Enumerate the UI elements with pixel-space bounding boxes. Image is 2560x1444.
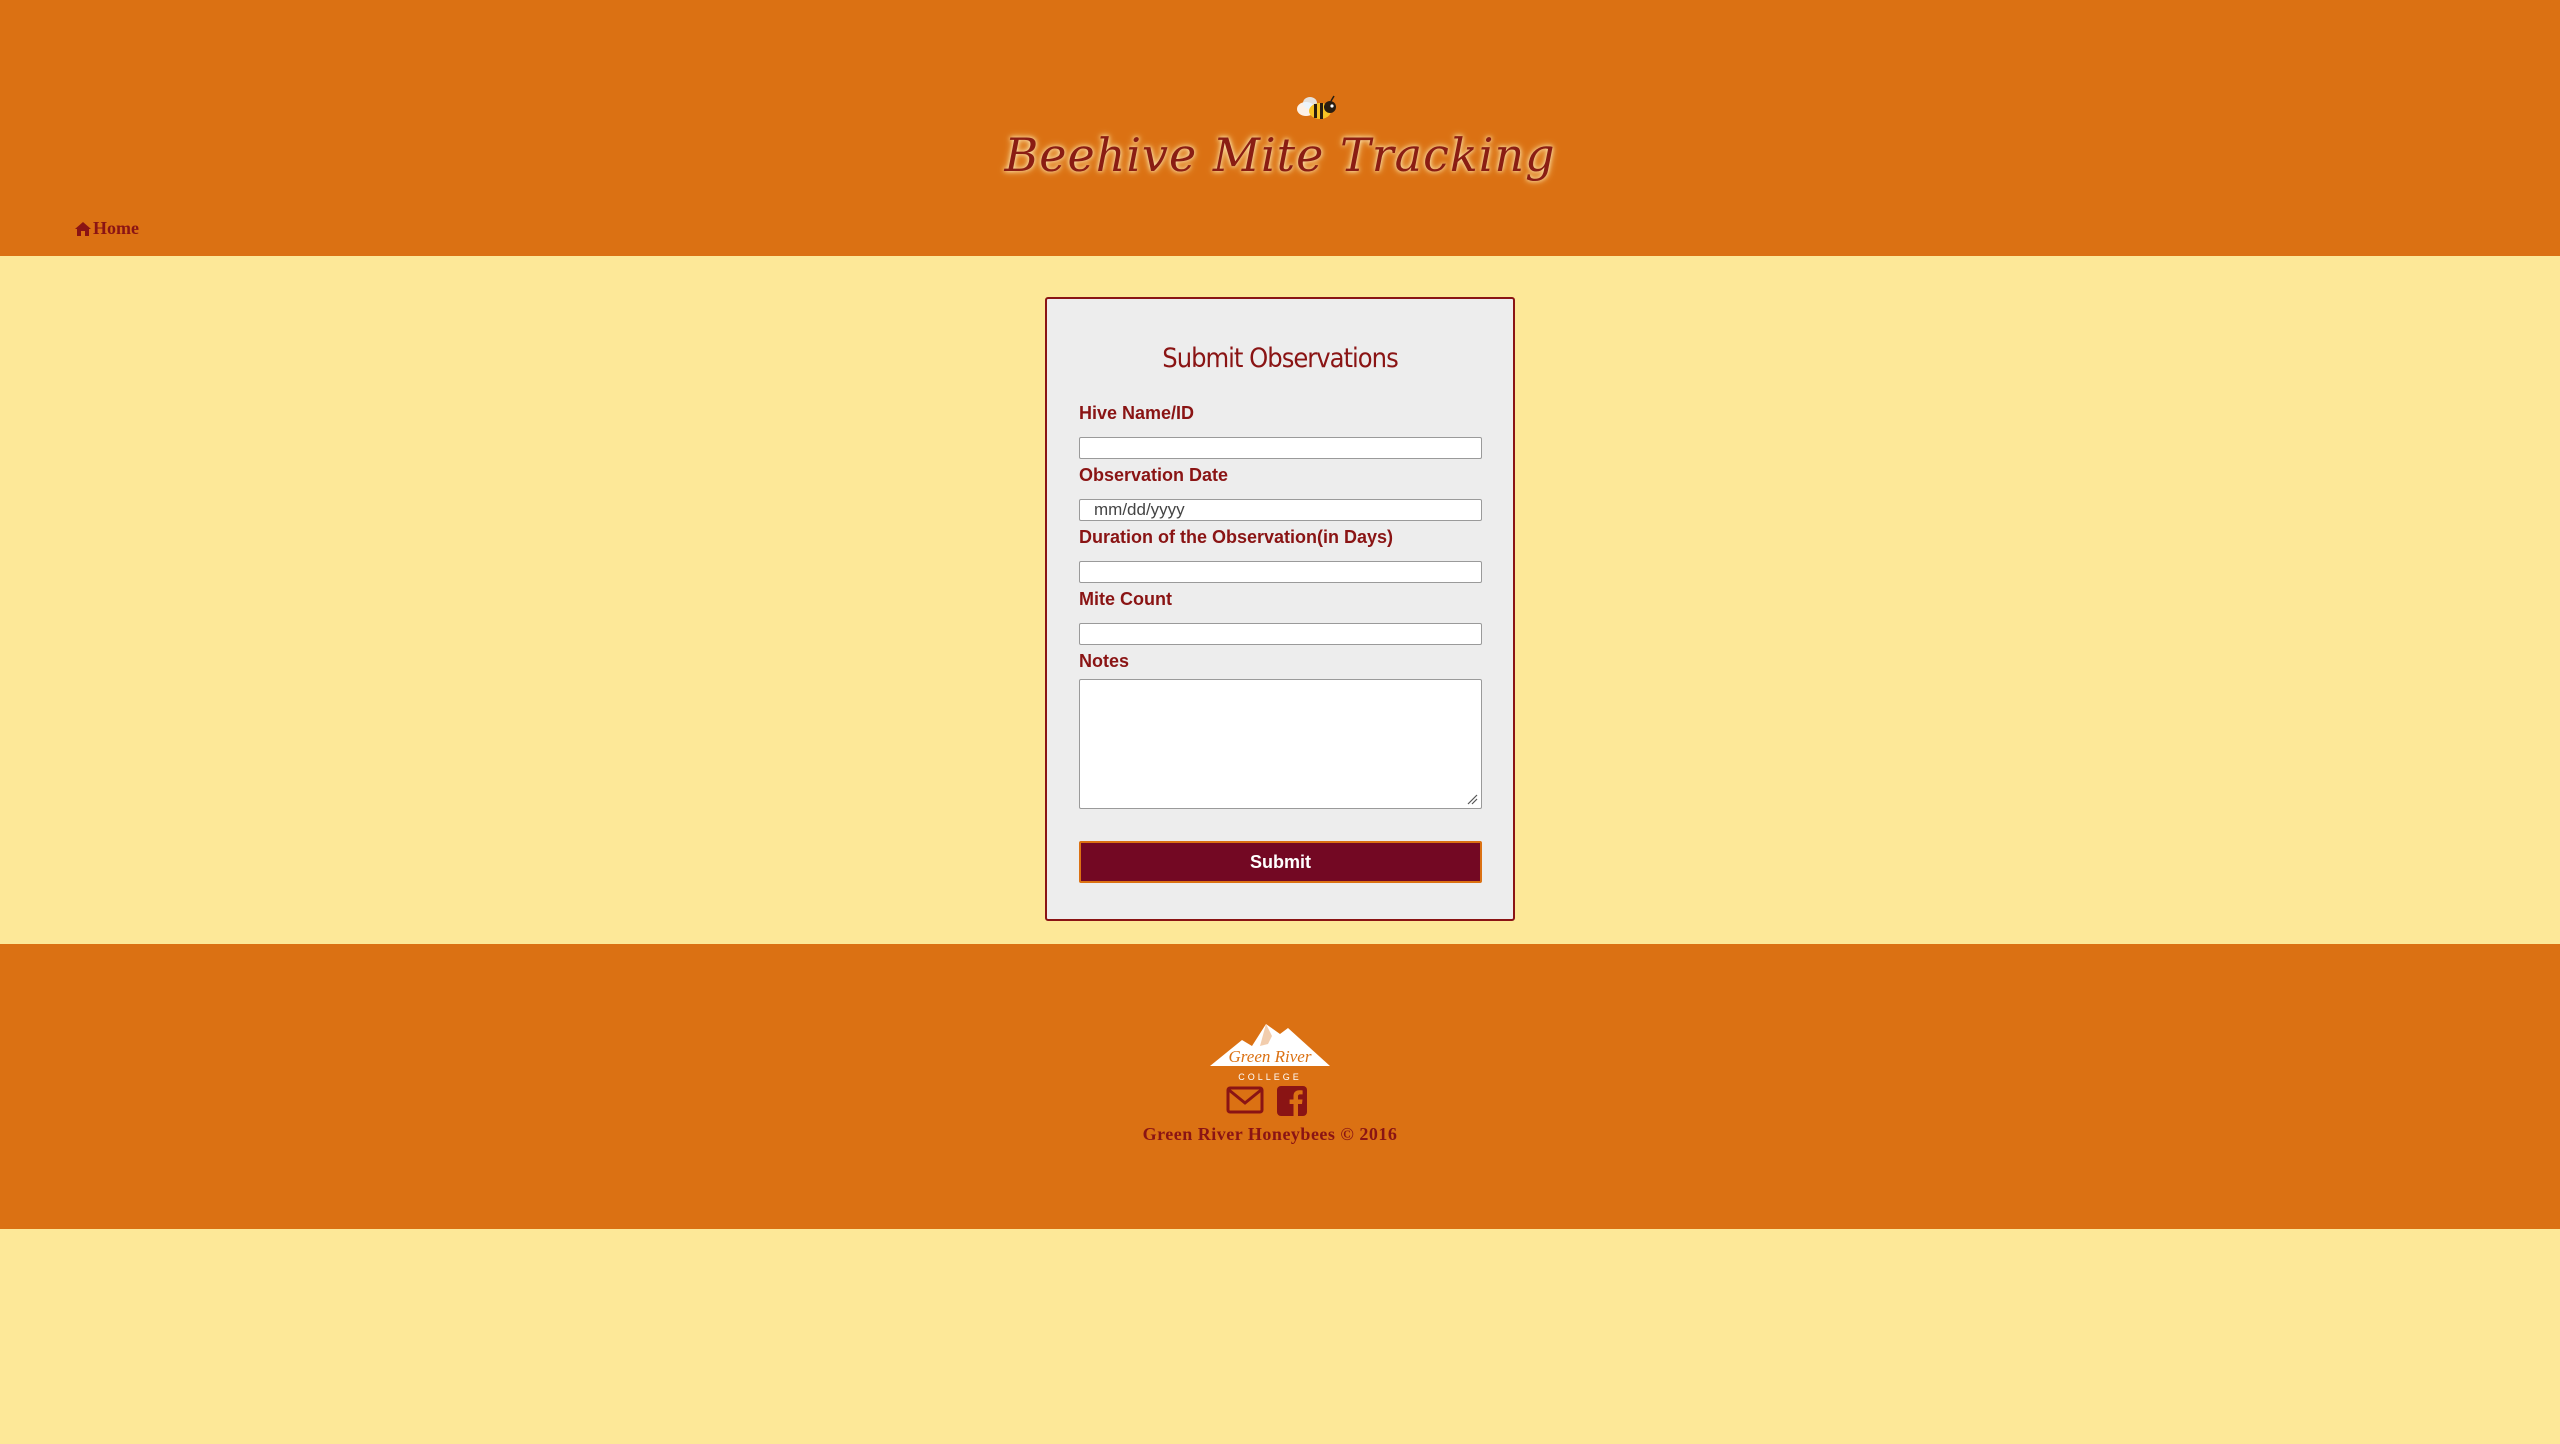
mite-count-label: Mite Count (1079, 589, 1172, 609)
site-header: Beehive Mite Tracking Home (0, 0, 2560, 256)
college-logo-text: Green River (1229, 1047, 1312, 1066)
hive-name-label: Hive Name/ID (1079, 403, 1195, 423)
mite-count-input[interactable] (1079, 623, 1482, 645)
envelope-icon[interactable] (1226, 1085, 1264, 1115)
observation-date-label: Observation Date (1079, 465, 1229, 485)
home-icon (75, 221, 91, 236)
form-heading: Submit Observations (1162, 343, 1398, 374)
nav-home-link[interactable]: Home (75, 218, 139, 239)
green-river-college-logo: Green River COLLEGE (1210, 1024, 1330, 1083)
duration-input[interactable] (1079, 561, 1482, 583)
submit-button[interactable]: Submit (1079, 841, 1482, 883)
resize-grip-icon[interactable] (1466, 793, 1478, 805)
duration-label: Duration of the Observation(in Days) (1079, 527, 1394, 547)
site-title: Beehive Mite Tracking (1004, 128, 1556, 182)
notes-label: Notes (1079, 651, 1130, 671)
hive-name-input[interactable] (1079, 437, 1482, 459)
nav-home-label: Home (93, 218, 139, 238)
footer-copyright: Green River Honeybees © 2016 (1142, 1124, 1398, 1144)
site-footer: Green River COLLEGE Green River Honeybee… (0, 944, 2560, 1229)
observation-date-input[interactable]: mm/dd/yyyy (1079, 499, 1482, 521)
observation-form: Submit Observations Hive Name/ID Observa… (1045, 297, 1515, 921)
notes-textarea[interactable] (1079, 679, 1482, 809)
social-icons (1226, 1085, 1308, 1117)
facebook-icon[interactable] (1276, 1085, 1308, 1117)
bee-icon (1297, 95, 1336, 119)
college-logo-subtext: COLLEGE (1238, 1072, 1302, 1082)
